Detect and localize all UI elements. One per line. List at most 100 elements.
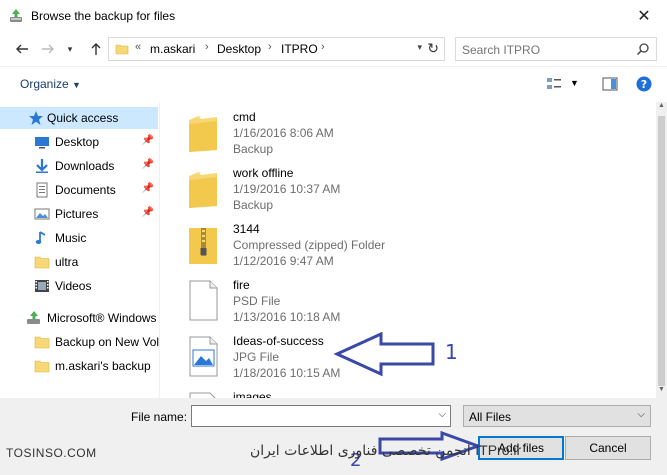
address-row: ▾ « m.askari › Desktop › ITPRO › ▾ ↻ (0, 34, 667, 64)
nav-item-music[interactable]: Music (0, 227, 158, 249)
cancel-button[interactable]: Cancel (565, 436, 651, 460)
chevron-down-icon[interactable]: ⌵ (438, 409, 446, 420)
pin-icon[interactable]: 📌 (142, 159, 154, 170)
address-bar[interactable]: « m.askari › Desktop › ITPRO › ▾ ↻ (108, 37, 445, 61)
folder-icon (34, 334, 50, 350)
file-type-select[interactable]: All Files ⌵ (463, 405, 651, 427)
nav-item-backup-new-vol[interactable]: Backup on New Vol (0, 331, 159, 353)
list-item[interactable]: work offline 1/19/2016 10:37 AM Backup (172, 160, 656, 216)
file-name-input[interactable]: ⌵ (191, 405, 451, 427)
breadcrumb-separator-icon[interactable]: › (268, 41, 272, 53)
nav-item-windows-backup[interactable]: Microsoft® Windows (0, 307, 158, 329)
documents-icon (34, 182, 50, 198)
help-icon[interactable]: ? (636, 76, 652, 92)
nav-item-documents[interactable]: Documents 📌 (0, 179, 158, 201)
nav-item-label: Music (55, 231, 87, 245)
nav-item-label: Downloads (55, 159, 115, 173)
breadcrumb-overflow[interactable]: « (135, 41, 141, 53)
folder-icon (115, 42, 129, 56)
file-type: PSD File (233, 294, 281, 308)
up-arrow-icon[interactable] (86, 39, 106, 59)
annotation-label: 1 (445, 340, 458, 364)
command-bar: Organize ▼ ▼ ? (0, 66, 667, 100)
nav-item-label: Microsoft® Windows (47, 311, 157, 325)
file-name: Ideas-of-success (233, 334, 324, 348)
breadcrumb-item[interactable]: Desktop (217, 42, 261, 56)
folder-icon (186, 110, 220, 154)
pin-icon[interactable]: 📌 (142, 183, 154, 194)
nav-item-label: ultra (55, 255, 79, 269)
window-title: Browse the backup for files (31, 9, 176, 23)
list-item[interactable]: cmd 1/16/2016 8:06 AM Backup (172, 104, 656, 160)
file-date: 1/18/2016 10:15 AM (233, 366, 341, 380)
navigation-pane: Quick access Desktop 📌 Downloads 📌 Docum… (0, 102, 160, 398)
forward-arrow-icon[interactable] (38, 39, 58, 59)
nav-item-label: Quick access (47, 111, 119, 125)
watermark-text: انجمن تخصصی فناوری اطلاعات ایران ITPro.i… (250, 442, 522, 459)
search-icon[interactable] (636, 42, 650, 56)
nav-item-downloads[interactable]: Downloads 📌 (0, 155, 158, 177)
folder-icon (186, 166, 220, 210)
nav-item-ultra[interactable]: ultra (0, 251, 158, 273)
image-file-icon (186, 334, 220, 378)
file-list-scrollbar[interactable]: ▲ ▼ (656, 102, 667, 398)
list-item[interactable]: images (172, 384, 656, 398)
file-name: images (233, 390, 272, 398)
back-arrow-icon[interactable] (12, 39, 32, 59)
folder-icon (34, 254, 50, 270)
title-bar: Browse the backup for files ✕ (0, 0, 667, 32)
desktop-icon (34, 134, 50, 150)
refresh-icon[interactable]: ↻ (427, 40, 439, 57)
nav-item-pictures[interactable]: Pictures 📌 (0, 203, 158, 225)
file-date: 1/12/2016 9:47 AM (233, 254, 334, 268)
list-item[interactable]: fire PSD File 1/13/2016 10:18 AM (172, 272, 656, 328)
file-name: fire (233, 278, 250, 292)
breadcrumb-separator-icon[interactable]: › (205, 41, 209, 53)
svg-text:?: ? (641, 78, 647, 91)
file-name-label: File name: (131, 410, 188, 424)
address-dropdown-icon[interactable]: ▾ (417, 42, 422, 53)
close-button[interactable]: ✕ (621, 0, 667, 32)
file-type: Backup (233, 142, 274, 156)
recent-locations-chevron-icon[interactable]: ▾ (60, 39, 80, 59)
file-date: 1/19/2016 10:37 AM (233, 182, 341, 196)
download-icon (34, 158, 50, 174)
zip-folder-icon (186, 222, 220, 266)
list-item[interactable]: 3144 Compressed (zipped) Folder 1/12/201… (172, 216, 656, 272)
organize-button[interactable]: Organize ▼ (20, 77, 81, 91)
file-type: Compressed (zipped) Folder (233, 238, 386, 252)
view-dropdown-chevron-icon[interactable]: ▼ (570, 78, 579, 88)
pin-icon[interactable]: 📌 (142, 207, 154, 218)
file-icon (186, 390, 220, 398)
nav-item-label: m.askari's backup (55, 359, 151, 373)
nav-item-label: Documents (55, 183, 116, 197)
nav-item-askari-backup[interactable]: m.askari's backup (0, 355, 158, 377)
nav-item-label: Pictures (55, 207, 99, 221)
file-name: cmd (233, 110, 256, 124)
nav-item-quick-access[interactable]: Quick access (0, 107, 158, 129)
scroll-thumb[interactable] (658, 116, 665, 386)
search-input[interactable] (462, 42, 632, 57)
breadcrumb-separator-icon[interactable]: › (321, 41, 325, 53)
nav-item-label: Videos (55, 279, 92, 293)
scroll-up-icon[interactable]: ▲ (656, 102, 667, 114)
videos-icon (34, 278, 50, 294)
file-type: JPG File (233, 350, 280, 364)
pictures-icon (34, 206, 50, 222)
music-icon (34, 230, 50, 246)
nav-item-label: Desktop (55, 135, 100, 149)
chevron-down-icon[interactable]: ⌵ (637, 409, 645, 420)
breadcrumb-item[interactable]: ITPRO (281, 42, 318, 56)
pin-icon[interactable]: 📌 (142, 135, 154, 146)
nav-item-videos[interactable]: Videos (0, 275, 158, 297)
watermark-text: TOSINSO.COM (6, 446, 97, 460)
annotation-arrow-left-icon (333, 332, 435, 377)
file-date: 1/16/2016 8:06 AM (233, 126, 334, 140)
breadcrumb-item[interactable]: m.askari (150, 42, 195, 56)
preview-pane-icon[interactable] (602, 76, 618, 92)
nav-item-desktop[interactable]: Desktop 📌 (0, 131, 158, 153)
view-options-icon[interactable] (546, 76, 562, 92)
file-name: work offline (233, 166, 294, 180)
scroll-down-icon[interactable]: ▼ (656, 386, 667, 398)
search-box[interactable] (455, 37, 657, 61)
